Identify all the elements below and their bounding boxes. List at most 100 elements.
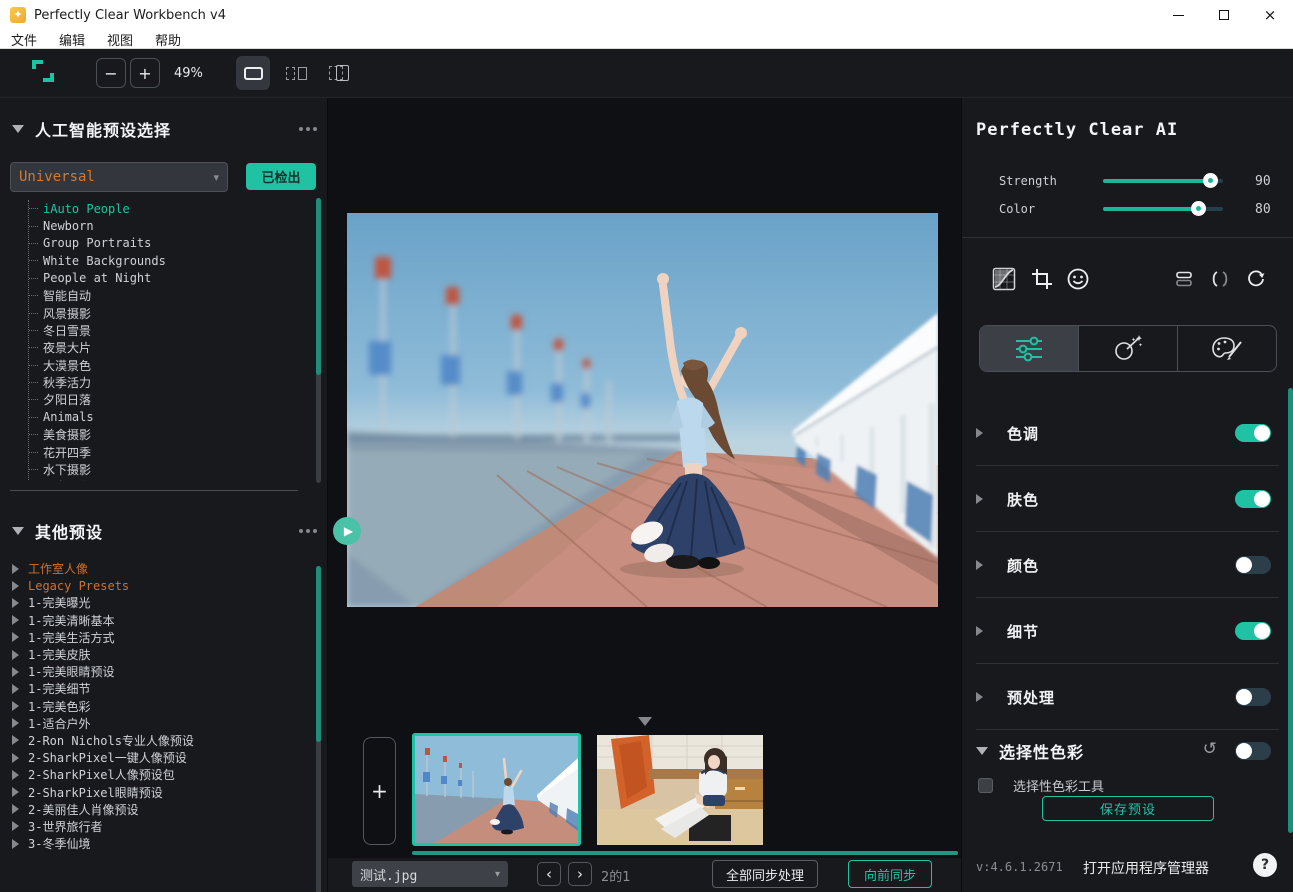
- detected-button[interactable]: 已检出: [246, 163, 316, 190]
- filmstrip-scrollbar[interactable]: [412, 851, 958, 855]
- ai-preset-item[interactable]: Newborn: [29, 217, 294, 234]
- expand-icon[interactable]: [12, 735, 19, 745]
- section-toggle[interactable]: [1235, 688, 1271, 706]
- expand-icon[interactable]: [12, 839, 19, 849]
- thumbnail-pier-photo[interactable]: [412, 733, 581, 846]
- ai-preset-item[interactable]: 夕阳日落: [29, 391, 294, 408]
- slider-handle[interactable]: [1191, 201, 1206, 216]
- previous-image-button[interactable]: ‹: [537, 862, 561, 886]
- other-list-scrollbar[interactable]: [316, 566, 321, 892]
- minimize-button[interactable]: [1155, 0, 1201, 30]
- app-manager-link[interactable]: 打开应用程序管理器: [1083, 858, 1209, 878]
- section-row[interactable]: 细节: [976, 598, 1279, 664]
- ai-preset-item[interactable]: 花开四季: [29, 443, 294, 460]
- ai-preset-dropdown[interactable]: Universal ▾: [10, 162, 228, 192]
- ai-preset-item[interactable]: 智能自动: [29, 287, 294, 304]
- crop-button[interactable]: [1026, 263, 1058, 295]
- ai-preset-item[interactable]: White Backgrounds: [29, 252, 294, 269]
- expand-icon[interactable]: [12, 650, 19, 660]
- flip-vertical-button[interactable]: [1168, 263, 1200, 295]
- collapse-icon[interactable]: [12, 125, 24, 133]
- ai-preset-item[interactable]: 黑白人像: [29, 478, 294, 481]
- reset-icon[interactable]: ↺: [1203, 739, 1217, 759]
- collapse-icon[interactable]: [976, 747, 988, 755]
- ai-preset-item[interactable]: 大漠景色: [29, 357, 294, 374]
- expand-icon[interactable]: [12, 718, 19, 728]
- other-preset-item[interactable]: 2-美丽佳人肖像预设: [12, 801, 302, 818]
- selective-color-toggle[interactable]: [1235, 742, 1271, 760]
- help-button[interactable]: ?: [1253, 853, 1277, 877]
- section-toggle[interactable]: [1235, 622, 1271, 640]
- slider-handle[interactable]: [1203, 173, 1218, 188]
- other-preset-item[interactable]: 1-完美眼睛预设: [12, 663, 302, 680]
- expand-icon[interactable]: [12, 753, 19, 763]
- other-preset-item[interactable]: 工作室人像: [12, 560, 302, 577]
- other-preset-item[interactable]: 1-完美曝光: [12, 594, 302, 611]
- slider-track[interactable]: [1103, 207, 1223, 211]
- zoom-out-button[interactable]: −: [96, 58, 126, 88]
- tab-adjustments[interactable]: [980, 326, 1078, 371]
- ai-preset-item[interactable]: Group Portraits: [29, 235, 294, 252]
- expand-icon[interactable]: [12, 564, 19, 574]
- expand-icon[interactable]: [12, 821, 19, 831]
- ai-preset-item[interactable]: 风景摄影: [29, 304, 294, 321]
- compare-handle[interactable]: ▶: [333, 517, 361, 545]
- section-row[interactable]: 色调: [976, 400, 1279, 466]
- ai-preset-item[interactable]: 水下摄影: [29, 461, 294, 478]
- curves-button[interactable]: [988, 263, 1020, 295]
- tab-retouch[interactable]: [1078, 326, 1177, 371]
- save-preset-button[interactable]: 保存预设: [1042, 796, 1214, 821]
- section-toggle[interactable]: [1235, 490, 1271, 508]
- section-row[interactable]: 颜色: [976, 532, 1279, 598]
- expand-icon[interactable]: [12, 581, 19, 591]
- other-preset-item[interactable]: 1-完美细节: [12, 680, 302, 697]
- other-preset-item[interactable]: 2-Ron Nichols专业人像预设: [12, 732, 302, 749]
- menu-item[interactable]: 视图: [96, 30, 144, 49]
- other-preset-item[interactable]: 1-完美生活方式: [12, 629, 302, 646]
- collapse-icon[interactable]: [12, 527, 24, 535]
- ai-preset-item[interactable]: 秋季活力: [29, 374, 294, 391]
- tab-paint[interactable]: [1177, 326, 1276, 371]
- next-image-button[interactable]: ›: [568, 862, 592, 886]
- other-preset-item[interactable]: 1-完美清晰基本: [12, 612, 302, 629]
- other-preset-item[interactable]: 3-冬季仙境: [12, 835, 302, 852]
- ai-preset-item[interactable]: 夜景大片: [29, 339, 294, 356]
- expand-icon[interactable]: [12, 770, 19, 780]
- other-preset-item[interactable]: 1-完美皮肤: [12, 646, 302, 663]
- other-preset-item[interactable]: 1-适合户外: [12, 715, 302, 732]
- ai-preset-item[interactable]: Animals: [29, 409, 294, 426]
- expand-icon[interactable]: [976, 560, 983, 570]
- ai-list-scrollbar[interactable]: [316, 198, 321, 483]
- face-button[interactable]: [1062, 263, 1094, 295]
- expand-icon[interactable]: [12, 667, 19, 677]
- view-split-button[interactable]: [279, 56, 313, 90]
- expand-icon[interactable]: [976, 494, 983, 504]
- more-options-icon[interactable]: [299, 127, 317, 131]
- zoom-in-button[interactable]: +: [130, 58, 160, 88]
- ai-preset-item[interactable]: iAuto People: [29, 200, 294, 217]
- expand-icon[interactable]: [12, 632, 19, 642]
- expand-icon[interactable]: [976, 692, 983, 702]
- expand-icon[interactable]: [976, 428, 983, 438]
- main-photo[interactable]: [347, 213, 938, 607]
- ai-preset-item[interactable]: People at Night: [29, 270, 294, 287]
- slider-track[interactable]: [1103, 179, 1223, 183]
- filmstrip-collapse-icon[interactable]: [638, 717, 652, 726]
- rotate-button[interactable]: [1240, 263, 1272, 295]
- sync-all-button[interactable]: 全部同步处理: [712, 860, 818, 888]
- add-image-button[interactable]: +: [363, 737, 396, 845]
- expand-icon[interactable]: [12, 804, 19, 814]
- close-button[interactable]: ×: [1247, 0, 1293, 30]
- expand-icon[interactable]: [12, 598, 19, 608]
- section-row[interactable]: 预处理: [976, 664, 1279, 730]
- selective-color-header[interactable]: 选择性色彩 ↺: [976, 736, 1279, 766]
- expand-icon[interactable]: [12, 787, 19, 797]
- other-preset-item[interactable]: 2-SharkPixel眼睛预设: [12, 783, 302, 800]
- expand-icon[interactable]: [12, 684, 19, 694]
- other-preset-item[interactable]: 2-SharkPixel人像预设包: [12, 766, 302, 783]
- file-select-dropdown[interactable]: 测试.jpg ▾: [352, 861, 508, 887]
- ai-preset-item[interactable]: 美食摄影: [29, 426, 294, 443]
- menu-item[interactable]: 文件: [0, 30, 48, 49]
- menu-item[interactable]: 编辑: [48, 30, 96, 49]
- expand-icon[interactable]: [12, 615, 19, 625]
